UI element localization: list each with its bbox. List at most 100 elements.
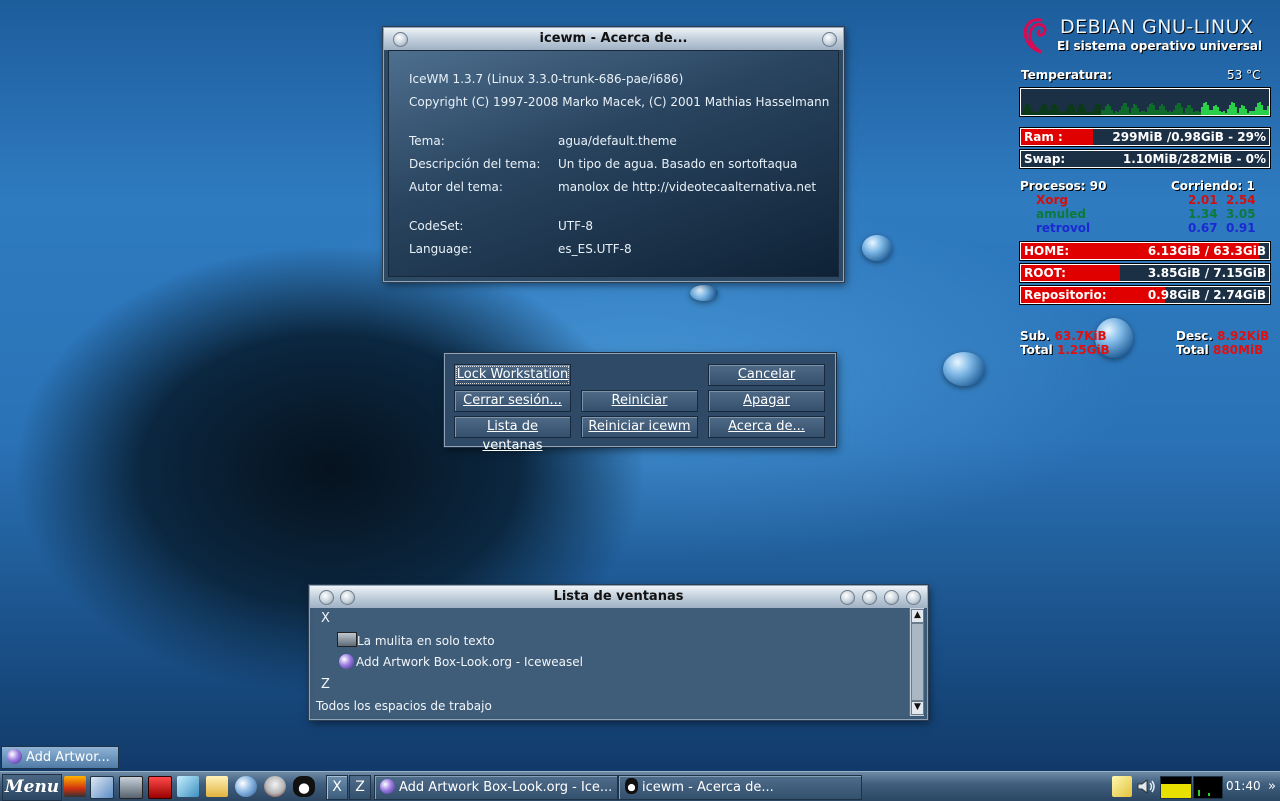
minimized-window-label: Add Artwor...: [26, 750, 110, 765]
language-value: es_ES.UTF-8: [558, 242, 632, 256]
workspace-z-entry[interactable]: Z: [321, 677, 330, 692]
globe-icon[interactable]: [235, 776, 257, 797]
cpu-graph-bar: [1039, 108, 1041, 115]
cpu-graph-bar: [1103, 110, 1105, 115]
winlist-body: X La mulita en solo texto Add Artwork Bo…: [313, 608, 924, 716]
text-editor-icon[interactable]: [177, 776, 199, 797]
cpu-graph-bar: [1211, 110, 1213, 115]
show-desktop-icon[interactable]: [64, 776, 86, 797]
logout-button[interactable]: Cerrar sesión...: [454, 390, 571, 412]
task-label: icewm - Acerca de...: [642, 780, 774, 795]
about-title: icewm - Acerca de...: [539, 31, 688, 46]
cpu-graph-bar: [1059, 113, 1061, 115]
red-app-icon[interactable]: [148, 776, 172, 799]
cpu-graph-bar: [1107, 104, 1109, 115]
cpu-graph-bar: [1091, 112, 1093, 115]
cpu-graph-bar: [1245, 109, 1247, 115]
workspace-z-button[interactable]: Z: [349, 775, 371, 800]
cpu-graph-bar: [1051, 105, 1053, 115]
rollup-button[interactable]: [884, 590, 899, 605]
task-button-iceweasel[interactable]: Add Artwork Box-Look.org - Ice...: [374, 775, 618, 800]
task-button-about[interactable]: icewm - Acerca de...: [618, 775, 862, 800]
cpu-graph-bar: [1167, 112, 1169, 115]
cpu-graph-bar: [1049, 110, 1051, 115]
maximize-button[interactable]: [862, 590, 877, 605]
window-list-icon[interactable]: [90, 776, 114, 799]
home-label: HOME:: [1024, 244, 1070, 258]
cpu-graph-bar: [1247, 113, 1249, 115]
all-workspaces-entry[interactable]: Todos los espacios de trabajo: [316, 699, 492, 713]
terminal-icon[interactable]: [119, 776, 143, 799]
scroll-up-arrow[interactable]: ▲: [911, 609, 924, 623]
list-item[interactable]: Add Artwork Box-Look.org - Iceweasel: [339, 654, 583, 669]
repository-bar: Repositorio: 0.98GiB / 2.74GiB: [1020, 286, 1270, 304]
volume-icon[interactable]: [1135, 776, 1157, 797]
list-item[interactable]: La mulita en solo texto: [337, 632, 495, 648]
cpu-graph-bar: [1101, 110, 1103, 115]
workspace-x-button[interactable]: X: [326, 775, 348, 800]
minimized-window-button[interactable]: Add Artwor...: [1, 746, 119, 769]
scroll-down-arrow[interactable]: ▼: [911, 701, 924, 715]
processes-label: Procesos: 90: [1020, 179, 1107, 193]
notes-tray-icon[interactable]: [1112, 776, 1132, 797]
cpu-graph-bar: [1151, 103, 1153, 115]
cpu-graph-bar: [1077, 107, 1079, 115]
cpu-graph-bar: [1253, 111, 1255, 115]
swap-bar: Swap: 1.10MiB/282MiB - 0%: [1020, 150, 1270, 168]
iceweasel-icon: [380, 779, 395, 794]
workspace-x-entry[interactable]: X: [321, 611, 330, 626]
cpu-graph-bar: [1141, 111, 1143, 115]
cpu-graph-bar: [1237, 113, 1239, 115]
list-item-label: Add Artwork Box-Look.org - Iceweasel: [356, 655, 583, 669]
window-list-button[interactable]: Lista de ventanas: [454, 416, 571, 453]
restart-icewm-button[interactable]: Reiniciar icewm: [581, 416, 698, 438]
scroll-thumb[interactable]: [911, 623, 924, 701]
cpu-graph-bar: [1063, 112, 1065, 115]
cpu-graph-bar: [1117, 112, 1119, 115]
about-body: IceWM 1.3.7 (Linux 3.3.0-trunk-686-pae/i…: [388, 50, 839, 277]
window-menu-button[interactable]: [393, 32, 408, 47]
chevron-right-icon[interactable]: »: [1266, 776, 1278, 797]
cpu-graph-bar: [1031, 111, 1033, 115]
cpu-graph-bar: [1239, 108, 1241, 115]
repository-label: Repositorio:: [1024, 288, 1107, 302]
skull-icon[interactable]: [264, 776, 286, 797]
cpu-graph-bar: [1131, 108, 1133, 115]
cpu-graph-bar: [1111, 110, 1113, 115]
window-menu-button[interactable]: [319, 590, 334, 605]
cpu-graph-bar: [1087, 112, 1089, 115]
taskbar: Menu X Z Add Artwork Box-Look.org - Ice.…: [0, 771, 1280, 801]
minimize-button[interactable]: [840, 590, 855, 605]
cancel-button[interactable]: Cancelar: [708, 364, 825, 386]
cpu-graph-bar: [1047, 110, 1049, 115]
reboot-button[interactable]: Reiniciar: [581, 390, 698, 412]
start-menu-button[interactable]: Menu: [2, 774, 62, 801]
close-button[interactable]: [822, 32, 837, 47]
root-bar: ROOT: 3.85GiB / 7.15GiB: [1020, 264, 1270, 282]
home-value: 6.13GiB / 63.3GiB: [1147, 244, 1266, 258]
clock[interactable]: 01:40: [1226, 772, 1261, 801]
scrollbar[interactable]: ▲ ▼: [909, 608, 924, 716]
repository-value: 0.98GiB / 2.74GiB: [1147, 288, 1266, 302]
window-menu-button-2[interactable]: [340, 590, 355, 605]
cpu-graph-bar: [1169, 111, 1171, 115]
about-button[interactable]: Acerca de...: [708, 416, 825, 438]
network-monitor-applet[interactable]: [1193, 776, 1223, 799]
cpu-graph-bar: [1029, 107, 1031, 115]
shutdown-button[interactable]: Apagar: [708, 390, 825, 412]
close-button[interactable]: [906, 590, 921, 605]
cpu-monitor-applet[interactable]: [1160, 776, 1192, 799]
cpu-graph-bar: [1027, 104, 1029, 115]
upload-row: Sub. 63.7KiB: [1020, 329, 1107, 343]
ram-value: 299MiB /0.98GiB - 29%: [1112, 130, 1266, 144]
upload-total-value: 1.25GiB: [1056, 343, 1110, 357]
cpu-graph-bar: [1135, 105, 1137, 115]
lock-workstation-button[interactable]: Lock Workstation: [454, 364, 571, 386]
process-value-b: 2.54: [1226, 193, 1256, 207]
tux-icon[interactable]: [293, 776, 315, 797]
winlist-titlebar[interactable]: Lista de ventanas: [310, 586, 927, 608]
cpu-graph-bar: [1037, 113, 1039, 115]
folder-icon[interactable]: [206, 776, 228, 797]
about-titlebar[interactable]: icewm - Acerca de...: [384, 28, 843, 50]
running-label: Corriendo: 1: [1171, 179, 1255, 193]
